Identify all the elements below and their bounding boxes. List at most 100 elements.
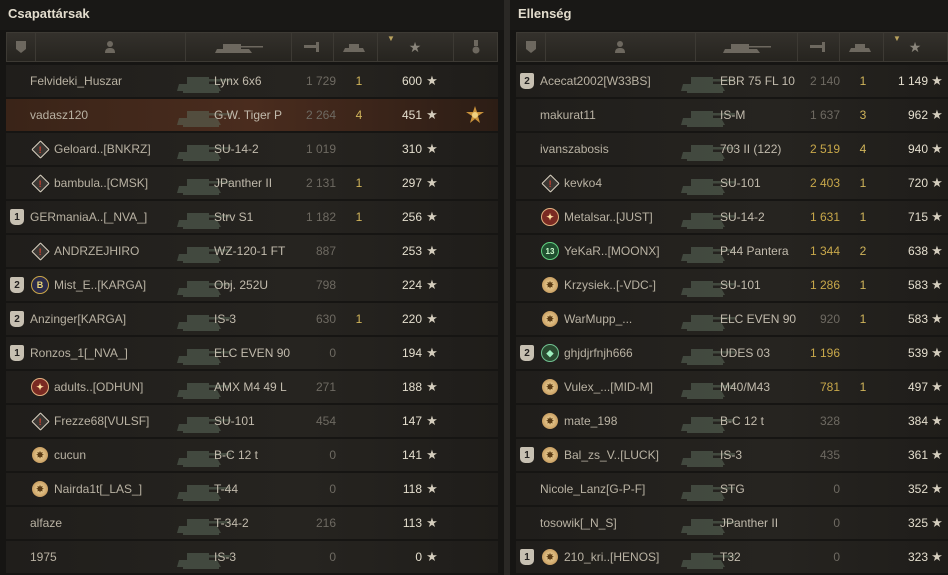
player-name[interactable]: Bal_zs_V..[LUCK]: [564, 439, 659, 471]
player-row[interactable]: 1 GERmaniaA..[_NVA_] Strv S1 1 182 1 256 ★: [6, 201, 498, 233]
star-icon: ★: [426, 481, 438, 496]
player-name[interactable]: adults..[ODHUN]: [54, 371, 143, 403]
player-row[interactable]: ✦ Metalsar..[JUST] SU-14-2 1 631 1 715 ★: [516, 201, 948, 233]
player-name[interactable]: Ronzos_1[_NVA_]: [30, 337, 128, 369]
player-name[interactable]: alfaze: [30, 507, 62, 539]
kills-value: 1: [355, 176, 363, 190]
vehicle-column-header[interactable]: [185, 33, 292, 61]
platoon-badge: [520, 167, 536, 199]
player-name[interactable]: ivanszabosis: [540, 133, 609, 165]
damage-value: 0: [329, 346, 336, 360]
player-name[interactable]: makurat11: [540, 99, 596, 131]
vehicle-column-header[interactable]: [695, 33, 798, 61]
player-row[interactable]: 1 ✸ Bal_zs_V..[LUCK] IS-3 435 361 ★: [516, 439, 948, 471]
vehicle-name: 703 II (122): [720, 142, 782, 156]
player-row[interactable]: 2 ◆ ghjdjrfnjh666 UDES 03 1 196 539 ★: [516, 337, 948, 369]
player-row[interactable]: 1 ✸ 210_kri..[HENOS] T32 0 323 ★: [516, 541, 948, 573]
player-row[interactable]: 2 Anzinger[KARGA] IS-3 630 1 220 ★: [6, 303, 498, 335]
player-row[interactable]: 13 YeKaR..[MOONX] P.44 Pantera 1 344 2 638 ★: [516, 235, 948, 267]
achievement-mark: B: [30, 269, 50, 301]
player-name[interactable]: ghjdjrfnjh666: [564, 337, 633, 369]
player-name[interactable]: tosowik[_N_S]: [540, 507, 617, 539]
player-row[interactable]: ✸ Krzysiek..[-VDC-] SU-101 1 286 1 583 ★: [516, 269, 948, 301]
kills-value: 2: [859, 244, 867, 258]
player-name[interactable]: Mist_E..[KARGA]: [54, 269, 146, 301]
player-row[interactable]: alfaze T-34-2 216 113 ★: [6, 507, 498, 539]
player-name[interactable]: ANDRZEJHIRO: [54, 235, 139, 267]
player-name[interactable]: Metalsar..[JUST]: [564, 201, 653, 233]
player-row[interactable]: ✸ WarMupp_... ELC EVEN 90 920 1 583 ★: [516, 303, 948, 335]
player-row[interactable]: ✸ cucun B-C 12 t 0 141 ★: [6, 439, 498, 471]
player-row[interactable]: ! ANDRZEJHIRO WZ-120-1 FT 887 253 ★: [6, 235, 498, 267]
player-row[interactable]: Felvideki_Huszar Lynx 6x6 1 729 1 600 ★: [6, 65, 498, 97]
player-row[interactable]: ✦ adults..[ODHUN] AMX M4 49 L 271 188 ★: [6, 371, 498, 403]
player-column-header[interactable]: [545, 33, 696, 61]
sort-chevron-icon: ▼: [387, 34, 395, 43]
player-row[interactable]: 2 Acecat2002[W33BS] EBR 75 FL 10 2 140 1 1 14…: [516, 65, 948, 97]
damage-value: 1 182: [305, 210, 336, 224]
mastery-star-icon: ✸: [32, 447, 48, 463]
player-row[interactable]: ✸ Vulex_...[MID-M] M40/M43 781 1 497 ★: [516, 371, 948, 403]
clan-diamond-icon: !: [30, 241, 50, 261]
damage-column-header[interactable]: [291, 33, 334, 61]
player-name[interactable]: Felvideki_Huszar: [30, 65, 122, 97]
player-name[interactable]: 1975: [30, 541, 57, 573]
platoon-column-header[interactable]: [517, 33, 546, 61]
player-row[interactable]: ✸ mate_198 B-C 12 t 328 384 ★: [516, 405, 948, 437]
achievement-mark: ✸: [540, 303, 560, 335]
player-name[interactable]: cucun: [54, 439, 86, 471]
player-name[interactable]: bambula..[CMSK]: [54, 167, 148, 199]
player-name[interactable]: GERmaniaA..[_NVA_]: [30, 201, 147, 233]
player-name[interactable]: WarMupp_...: [564, 303, 632, 335]
player-name[interactable]: Frezze68[VULSF]: [54, 405, 149, 437]
player-column-header[interactable]: [35, 33, 186, 61]
player-name[interactable]: Geloard..[BNKRZ]: [54, 133, 151, 165]
player-row[interactable]: vadasz120 G.W. Tiger P 2 264 4 451 ★: [6, 99, 498, 131]
player-name[interactable]: Acecat2002[W33BS]: [540, 65, 651, 97]
player-row[interactable]: ! bambula..[CMSK] JPanther II 2 131 1 297 ★: [6, 167, 498, 199]
player-name[interactable]: Nairda1t[_LAS_]: [54, 473, 142, 505]
medal-column-header[interactable]: [453, 33, 498, 61]
achievement-mark: ✸: [540, 269, 560, 301]
vehicle-name: G.W. Tiger P: [214, 108, 283, 122]
xp-value: 141: [401, 448, 422, 462]
player-row[interactable]: 1975 IS-3 0 0 ★: [6, 541, 498, 573]
damage-value: 0: [329, 550, 336, 564]
kills-value: [850, 337, 876, 369]
player-row[interactable]: tosowik[_N_S] JPanther II 0 325 ★: [516, 507, 948, 539]
player-row[interactable]: makurat11 IS-M 1 637 3 962 ★: [516, 99, 948, 131]
player-row[interactable]: ivanszabosis 703 II (122) 2 519 4 940 ★: [516, 133, 948, 165]
player-name[interactable]: 210_kri..[HENOS]: [564, 541, 659, 573]
player-name[interactable]: Anzinger[KARGA]: [30, 303, 126, 335]
damage-column-header[interactable]: [797, 33, 840, 61]
player-row[interactable]: ! Geloard..[BNKRZ] SU-14-2 1 019 310 ★: [6, 133, 498, 165]
player-name[interactable]: mate_198: [564, 405, 617, 437]
vehicle-name: UDES 03: [720, 346, 771, 360]
player-row[interactable]: ✸ Nairda1t[_LAS_] T-44 0 118 ★: [6, 473, 498, 505]
damage-value: 1 286: [809, 278, 840, 292]
player-name[interactable]: YeKaR..[MOONX]: [564, 235, 660, 267]
damage-value: 630: [315, 312, 336, 326]
player-name[interactable]: Nicole_Lanz[G-P-F]: [540, 473, 645, 505]
achievement-mark: !: [30, 167, 50, 199]
player-row[interactable]: Nicole_Lanz[G-P-F] STG 0 352 ★: [516, 473, 948, 505]
player-row[interactable]: 1 Ronzos_1[_NVA_] ELC EVEN 90 0 194 ★: [6, 337, 498, 369]
star-icon: ★: [426, 379, 438, 394]
xp-value: 600: [401, 74, 422, 88]
player-row[interactable]: ! kevko4 SU-101 2 403 1 720 ★: [516, 167, 948, 199]
kills-column-header[interactable]: [839, 33, 884, 61]
damage-value: 1 019: [305, 142, 336, 156]
player-row[interactable]: ! Frezze68[VULSF] SU-101 454 147 ★: [6, 405, 498, 437]
player-name[interactable]: vadasz120: [30, 99, 88, 131]
platoon-column-header[interactable]: [7, 33, 36, 61]
xp-column-header[interactable]: ▼ ★: [883, 33, 947, 61]
damage-value: 2 140: [809, 74, 840, 88]
damage-value: 920: [819, 312, 840, 326]
kills-column-header[interactable]: [333, 33, 378, 61]
player-name[interactable]: kevko4: [564, 167, 602, 199]
player-name[interactable]: Vulex_...[MID-M]: [564, 371, 653, 403]
player-name[interactable]: Krzysiek..[-VDC-]: [564, 269, 656, 301]
platoon-badge: [520, 201, 536, 233]
player-row[interactable]: 2 B Mist_E..[KARGA] Obj. 252U 798 224 ★: [6, 269, 498, 301]
xp-column-header[interactable]: ▼ ★: [377, 33, 454, 61]
